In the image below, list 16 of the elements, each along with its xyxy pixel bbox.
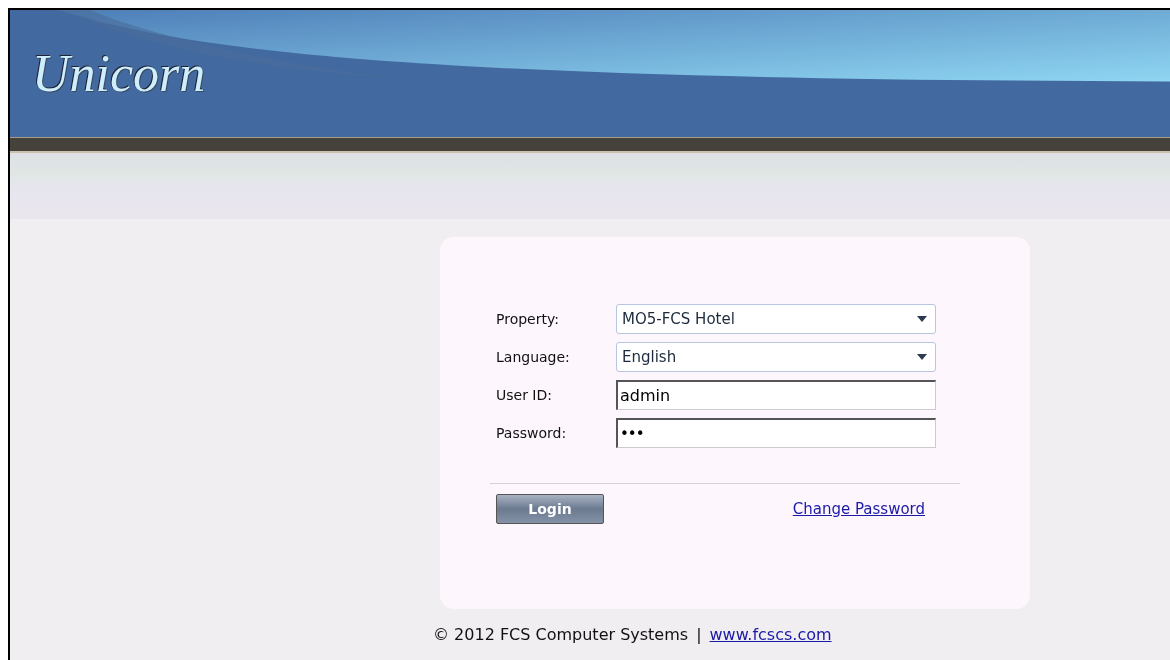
- dropdown[interactable]: MO5-FCS Hotel: [616, 304, 936, 334]
- dropdown[interactable]: English: [616, 342, 936, 372]
- caret-icon: [917, 354, 927, 360]
- field-label: Property:: [496, 311, 560, 327]
- input-field[interactable]: admin: [616, 380, 936, 410]
- logo-text: Unicorn: [32, 48, 206, 100]
- website-link[interactable]: www.fcscs.com: [709, 625, 832, 644]
- separator: |: [696, 625, 702, 644]
- copyright-text: © 2012 FCS Computer Systems: [433, 625, 689, 644]
- login-button[interactable]: Login: [496, 494, 604, 524]
- field-label: Language:: [496, 349, 571, 365]
- input-field[interactable]: •••: [616, 418, 936, 448]
- caret-icon: [917, 316, 927, 322]
- change-password-link[interactable]: Change Password: [792, 500, 925, 518]
- field-label: Password:: [496, 425, 568, 441]
- field-label: User ID:: [496, 387, 553, 403]
